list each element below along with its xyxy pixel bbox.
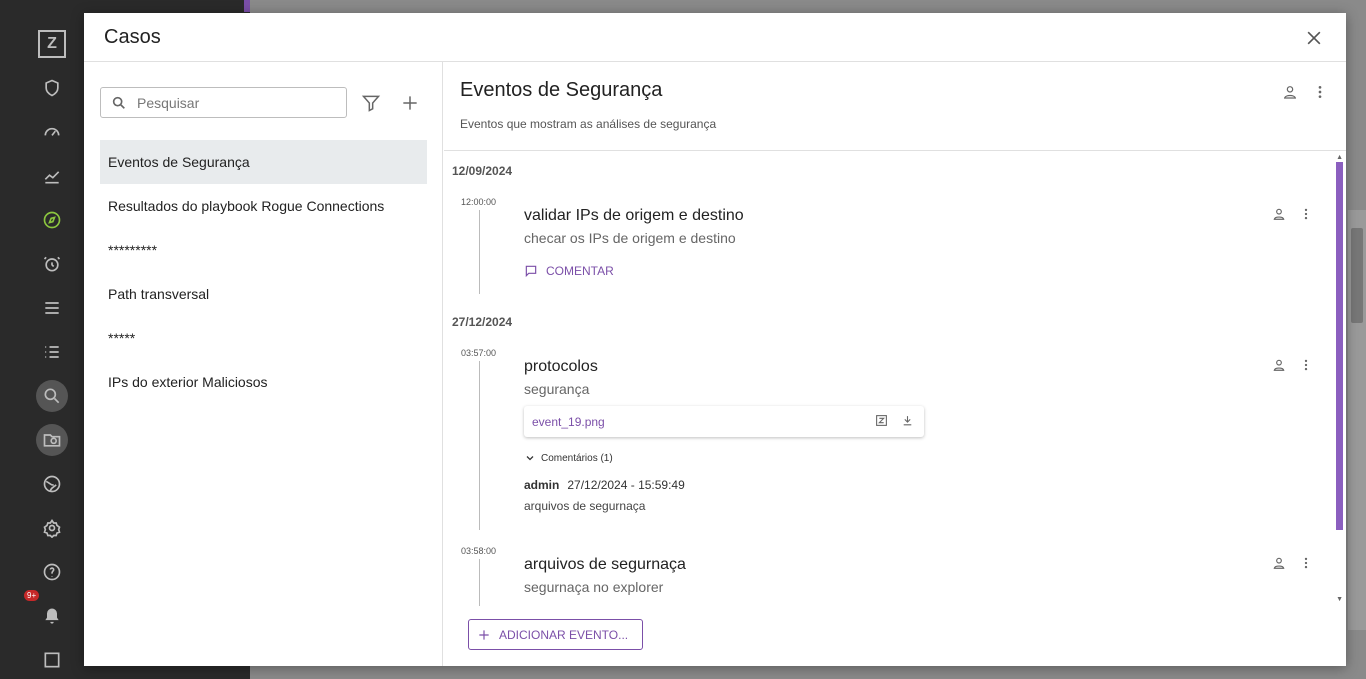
app-nav-rail: Z [30, 22, 74, 679]
chart-icon[interactable] [30, 154, 74, 198]
zoom-preview-icon[interactable] [874, 413, 888, 427]
event-assign-icon[interactable] [1270, 356, 1288, 374]
event-title: validar IPs de origem e destino [524, 207, 744, 224]
event-subtitle: checar os IPs de origem e destino [524, 230, 736, 246]
cases-list-pane: Eventos de Segurança Resultados do playb… [84, 62, 443, 666]
search-icon[interactable] [30, 374, 74, 418]
modal-header: Casos [84, 13, 1346, 62]
alarm-icon[interactable] [30, 242, 74, 286]
notifications-icon[interactable] [30, 594, 74, 638]
gauge-icon[interactable] [30, 110, 74, 154]
event-subtitle: segurança [524, 381, 590, 397]
help-icon[interactable] [30, 550, 74, 594]
settings-icon[interactable] [30, 506, 74, 550]
event-assign-icon[interactable] [1270, 205, 1288, 223]
timeline-line [479, 361, 480, 530]
case-item-ips-exterior[interactable]: IPs do exterior Maliciosos [100, 360, 427, 404]
app-accent-bar [244, 0, 250, 12]
cases-modal: Casos Eventos de Segurança Resultados do… [84, 13, 1346, 666]
attachment-filename[interactable]: event_19.png [532, 415, 605, 429]
download-icon[interactable] [900, 413, 914, 427]
comment-author: admin [524, 478, 560, 492]
comments-toggle-label: Comentários (1) [541, 452, 613, 464]
timeline-scrollbar-thumb[interactable] [1336, 162, 1343, 530]
search-box [100, 87, 347, 118]
comment-button[interactable]: COMENTAR [524, 264, 614, 278]
avatar-icon[interactable] [30, 638, 74, 679]
event-title: protocolos [524, 358, 598, 375]
comment-timestamp: 27/12/2024 - 15:59:49 [567, 478, 685, 492]
case-item-masked-2[interactable]: ***** [100, 316, 427, 360]
event-time: 03:57:00 [461, 348, 497, 358]
checklist-icon[interactable] [30, 330, 74, 374]
event-time: 12:00:00 [461, 197, 497, 207]
event-more-icon[interactable] [1297, 356, 1315, 374]
event-assign-icon[interactable] [1270, 554, 1288, 572]
case-item-eventos-de-seguranca[interactable]: Eventos de Segurança [100, 140, 427, 184]
event-title: arquivos de segurnaça [524, 556, 686, 573]
globe-icon[interactable] [30, 462, 74, 506]
case-detail-header: Eventos de Segurança Eventos que mostram… [444, 62, 1346, 151]
filter-icon[interactable] [359, 91, 383, 115]
case-item-masked-1[interactable]: ********* [100, 228, 427, 272]
comment-header: admin 27/12/2024 - 15:59:49 [524, 478, 685, 492]
shield-icon[interactable] [30, 66, 74, 110]
timeline-line [479, 210, 480, 294]
close-icon[interactable] [1302, 26, 1326, 50]
attachment-card: event_19.png [524, 406, 924, 437]
comment-button-label: COMENTAR [546, 264, 614, 278]
event-time: 03:58:00 [461, 546, 497, 556]
comments-toggle[interactable]: Comentários (1) [524, 452, 613, 464]
comment-text: arquivos de segurnaça [524, 499, 646, 513]
add-case-icon[interactable] [398, 91, 422, 115]
assign-user-icon[interactable] [1279, 81, 1301, 103]
add-event-button[interactable]: ADICIONAR EVENTO... [468, 619, 644, 650]
event-subtitle: segurnaça no explorer [524, 579, 664, 595]
list-icon[interactable] [30, 286, 74, 330]
date-separator: 27/12/2024 [452, 315, 513, 329]
date-separator: 12/09/2024 [452, 164, 513, 178]
chevron-down-icon [526, 456, 534, 461]
event-timeline: ▲ ▼ 12/09/2024 12:00:00 validar IPs de o… [444, 152, 1346, 606]
more-vert-icon[interactable] [1309, 81, 1331, 103]
notification-badge: 9+ [24, 590, 40, 601]
modal-title: Casos [104, 25, 161, 48]
attachment-actions [874, 413, 914, 427]
case-title: Eventos de Segurança [460, 79, 663, 101]
plus-icon [479, 629, 489, 640]
event-more-icon[interactable] [1297, 205, 1315, 223]
case-item-path-transversal[interactable]: Path transversal [100, 272, 427, 316]
case-item-rogue-connections[interactable]: Resultados do playbook Rogue Connections [100, 184, 427, 228]
case-detail-pane: Eventos de Segurança Eventos que mostram… [444, 62, 1346, 666]
event-more-icon[interactable] [1297, 554, 1315, 572]
search-input[interactable] [137, 94, 327, 111]
timeline-scrollbar[interactable]: ▲ ▼ [1336, 154, 1346, 603]
comment-icon [525, 265, 537, 278]
timeline-line [479, 559, 480, 606]
case-list: Eventos de Segurança Resultados do playb… [100, 140, 427, 404]
search-icon [112, 96, 125, 109]
logo-icon: Z [30, 22, 74, 66]
add-event-label: ADICIONAR EVENTO... [499, 627, 629, 642]
compass-icon[interactable] [30, 198, 74, 242]
case-search-icon[interactable] [30, 418, 74, 462]
app-scrollbar-thumb [1351, 228, 1363, 323]
case-description: Eventos que mostram as análises de segur… [460, 117, 717, 131]
